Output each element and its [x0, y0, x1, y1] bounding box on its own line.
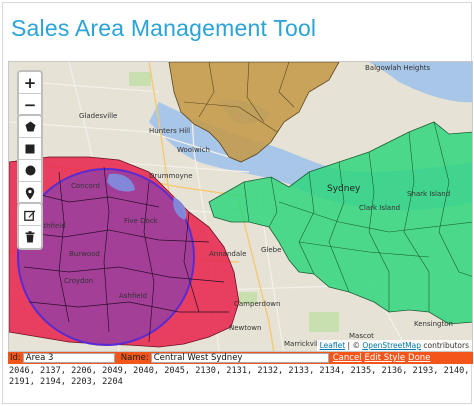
label-camperdown: Camperdown [234, 300, 281, 308]
trash-icon [25, 231, 35, 243]
delete-layers-button[interactable] [19, 226, 41, 248]
name-label: Name: [120, 353, 149, 363]
draw-rectangle-button[interactable] [19, 138, 41, 160]
edit-layers-button[interactable] [19, 204, 41, 226]
zoom-in-button[interactable]: + [19, 72, 41, 94]
edit-icon [24, 210, 36, 221]
edit-toolbar [17, 202, 43, 250]
draw-circle-button[interactable] [19, 160, 41, 182]
label-mascot: Mascot [349, 332, 374, 340]
label-shark-island: Shark Island [407, 190, 451, 198]
id-label: Id: [10, 353, 21, 363]
attribution-suffix: contributors [421, 341, 469, 350]
draw-marker-button[interactable] [19, 182, 41, 204]
label-five-dock: Five Dock [124, 217, 158, 225]
app-frame: Sales Area Management Tool Balgowlah Hei… [2, 2, 473, 404]
area-id-field[interactable]: Area 3 [22, 353, 115, 363]
label-annandale: Annandale [209, 250, 247, 258]
leaflet-link[interactable]: Leaflet [320, 341, 346, 350]
label-glebe: Glebe [261, 246, 282, 254]
zoom-out-button[interactable]: − [19, 94, 41, 116]
draw-polygon-button[interactable] [19, 116, 41, 138]
page-title: Sales Area Management Tool [11, 15, 317, 41]
map-canvas[interactable] [9, 62, 473, 352]
osm-link[interactable]: OpenStreetMap [362, 341, 421, 350]
label-drummoyne: Drummoyne [149, 172, 193, 180]
attribution-separator: | © [345, 341, 363, 350]
label-ashfield: Ashfield [119, 292, 147, 300]
polygon-icon [25, 121, 35, 132]
label-gladesville: Gladesville [79, 112, 118, 120]
label-sydney: Sydney [327, 184, 361, 194]
area-edit-bar: Id: Area 3 Name: Central West Sydney Can… [8, 352, 473, 364]
done-link[interactable]: Done [408, 353, 430, 363]
label-burwood: Burwood [69, 250, 100, 258]
map-attribution: Leaflet | © OpenStreetMap contributors [316, 340, 472, 351]
label-croydon: Croydon [64, 277, 94, 285]
zoom-control: + − [17, 70, 43, 118]
label-balgowlah-heights: Balgowlah Heights [365, 64, 431, 72]
label-concord: Concord [71, 182, 100, 190]
label-clark-island: Clark Island [359, 204, 401, 212]
label-newtown: Newtown [229, 324, 262, 332]
rectangle-icon [25, 144, 35, 153]
postcode-list[interactable]: 2046, 2137, 2206, 2049, 2040, 2045, 2130… [9, 366, 471, 388]
draw-toolbar [17, 114, 43, 206]
marker-icon [25, 187, 35, 199]
cancel-link[interactable]: Cancel [333, 353, 362, 363]
circle-icon [25, 165, 35, 176]
area-name-field[interactable]: Central West Sydney [150, 353, 329, 363]
label-kensington: Kensington [414, 320, 453, 328]
edit-style-link[interactable]: Edit Style [365, 353, 406, 363]
label-hunters-hill: Hunters Hill [149, 127, 191, 135]
label-woolwich: Woolwich [177, 146, 210, 154]
map-view[interactable]: Balgowlah Heights Sydney Five Dock Conco… [8, 61, 473, 352]
